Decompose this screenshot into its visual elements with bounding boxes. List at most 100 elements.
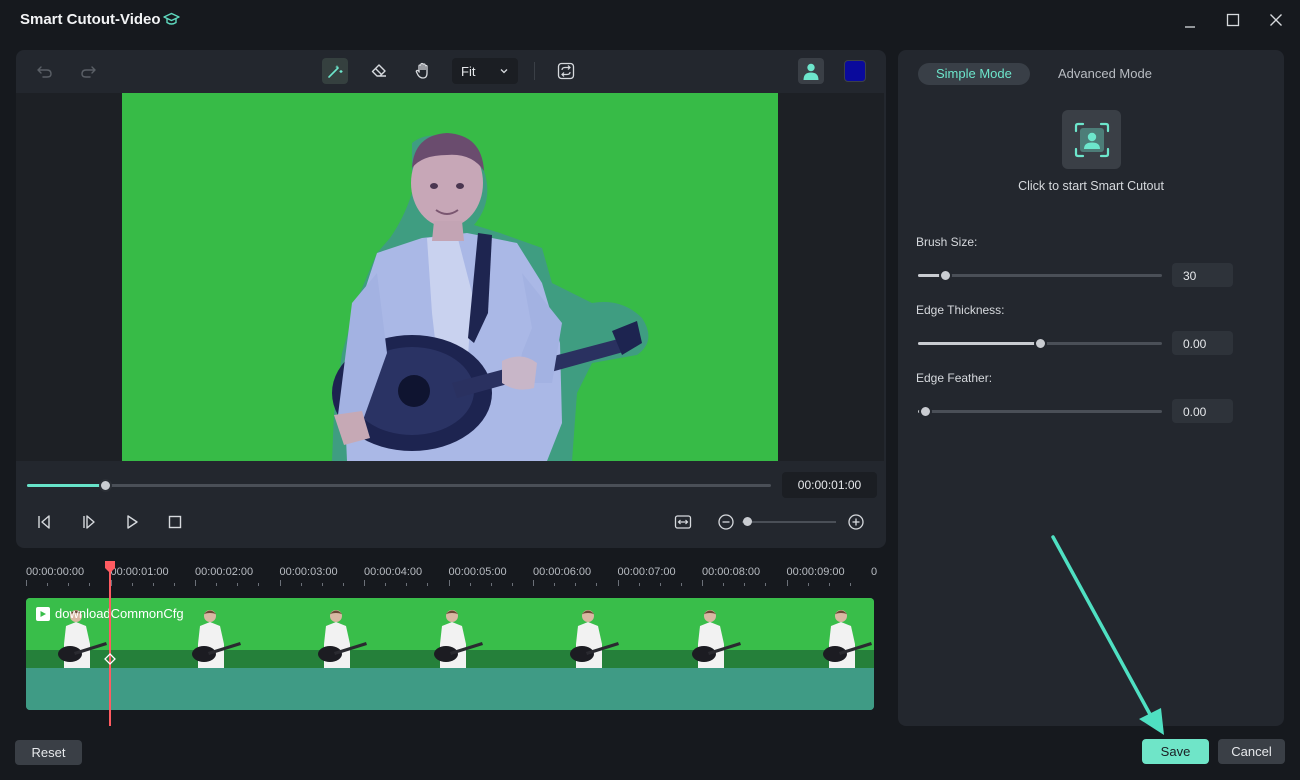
ruler-tick [659, 583, 661, 586]
ruler-tick-label: 00:00:02:00 [195, 566, 254, 578]
next-frame-icon[interactable] [77, 510, 101, 534]
minimize-icon[interactable] [1178, 8, 1202, 32]
ruler-tick [469, 583, 471, 586]
ruler-tick [195, 580, 196, 586]
playback-progress-track[interactable] [27, 484, 771, 487]
ruler-tick [828, 583, 830, 586]
param-slider-fill [918, 342, 1040, 345]
ruler-tick [385, 583, 387, 586]
fit-width-icon[interactable] [671, 510, 695, 534]
clip-thumbnail [318, 610, 367, 668]
zoom-slider-track[interactable] [742, 521, 836, 523]
preview-frame[interactable] [122, 93, 778, 461]
param-label: Edge Feather: [916, 371, 993, 385]
ruler-tick [511, 583, 513, 586]
smart-brush-icon[interactable] [322, 58, 348, 84]
swap-icon[interactable] [553, 58, 579, 84]
playhead[interactable] [109, 566, 111, 726]
undo-icon[interactable] [32, 58, 58, 84]
ruler-tick [702, 580, 703, 586]
maximize-icon[interactable] [1221, 8, 1245, 32]
param-slider-track[interactable] [918, 274, 1162, 277]
ruler-tick-label: 00:00:07:00 [617, 566, 676, 578]
color-swatch-icon[interactable] [842, 58, 868, 84]
param-value-input[interactable]: 0.00 [1172, 331, 1233, 355]
ruler-tick [427, 583, 429, 586]
zoom-out-icon[interactable] [714, 510, 738, 534]
ruler-tick [342, 583, 344, 586]
title-bar: Smart Cutout-Video [0, 0, 1300, 40]
param-value-input[interactable]: 0.00 [1172, 399, 1233, 423]
ruler-tick [807, 583, 809, 586]
redo-icon[interactable] [75, 58, 101, 84]
hand-icon[interactable] [410, 58, 436, 84]
ruler-tick-label: 00:00:00:00 [26, 566, 85, 578]
person-preview-icon[interactable] [798, 58, 824, 84]
smart-cutout-icon [1074, 122, 1109, 157]
zoom-slider-handle[interactable] [742, 517, 752, 526]
reset-button[interactable]: Reset [15, 740, 82, 765]
zoom-in-icon[interactable] [844, 510, 868, 534]
param-label: Edge Thickness: [916, 303, 1005, 317]
tab-simple-mode[interactable]: Simple Mode [918, 63, 1030, 85]
ruler-tick [216, 583, 218, 586]
ruler-tick [131, 583, 133, 586]
play-icon[interactable] [120, 510, 144, 534]
ruler-tick [47, 583, 49, 586]
smart-cutout-button[interactable] [1062, 110, 1121, 169]
clip-thumbnail [692, 610, 741, 668]
clip-thumbnail [434, 610, 483, 668]
eraser-icon[interactable] [366, 58, 392, 84]
playback-progress-fill [27, 484, 106, 487]
ruler-tick [765, 583, 767, 586]
param-slider-handle[interactable] [938, 269, 952, 282]
ruler-tick [173, 583, 175, 586]
ruler-tick [680, 583, 682, 586]
ruler-tick [723, 583, 725, 586]
ruler-tick [89, 583, 91, 586]
timeline-track[interactable]: downloadCommonCfg [26, 598, 874, 710]
ruler-tick-label: 00:00:05:00 [448, 566, 507, 578]
close-icon[interactable] [1264, 8, 1288, 32]
ruler-tick [406, 583, 408, 586]
param-value-input[interactable]: 30 [1172, 263, 1233, 287]
ruler-tick [26, 580, 27, 586]
clip-thumbnail [192, 610, 241, 668]
stop-icon[interactable] [163, 510, 187, 534]
clip-mask-strip [26, 668, 874, 710]
ruler-tick [596, 583, 598, 586]
ruler-tick [786, 580, 788, 586]
ruler-tick-label: 0 [871, 566, 878, 578]
cancel-button[interactable]: Cancel [1218, 739, 1285, 764]
ruler-tick [68, 583, 70, 586]
param-slider-track[interactable] [918, 410, 1162, 413]
current-timecode: 00:00:01:00 [782, 472, 877, 498]
ruler-tick-label: 00:00:06:00 [533, 566, 592, 578]
toolbar-divider [534, 62, 535, 80]
graduation-cap-icon[interactable] [163, 11, 180, 28]
ruler-tick [300, 583, 302, 586]
param-label: Brush Size: [916, 235, 978, 249]
smart-cutout-caption: Click to start Smart Cutout [1018, 179, 1164, 193]
ruler-tick [321, 583, 323, 586]
ruler-tick [638, 583, 640, 586]
clip-thumbnail [570, 610, 619, 668]
window-title: Smart Cutout-Video [20, 11, 161, 28]
subject-cutout-image [332, 133, 649, 461]
ruler-tick [849, 583, 851, 586]
timeline-ruler[interactable]: 00:00:00:00 00:00:01:00 00:00:02:00 00:00:0… [26, 560, 878, 586]
clip-play-icon [36, 606, 50, 621]
ruler-tick [575, 583, 577, 586]
ruler-tick [237, 583, 239, 586]
prev-frame-icon[interactable] [32, 510, 56, 534]
param-slider-handle[interactable] [1034, 337, 1047, 350]
ruler-tick [533, 580, 534, 586]
ruler-tick-label: 00:00:01:00 [110, 566, 169, 578]
ruler-tick-label: 00:00:04:00 [364, 566, 423, 578]
keyframe-diamond-icon[interactable] [104, 653, 116, 665]
zoom-select[interactable]: Fit [452, 58, 518, 84]
tab-advanced-mode[interactable]: Advanced Mode [1040, 63, 1170, 85]
ruler-tick-label: 00:00:08:00 [702, 566, 761, 578]
save-button[interactable]: Save [1142, 739, 1209, 764]
playhead-handle-icon[interactable] [104, 560, 116, 574]
